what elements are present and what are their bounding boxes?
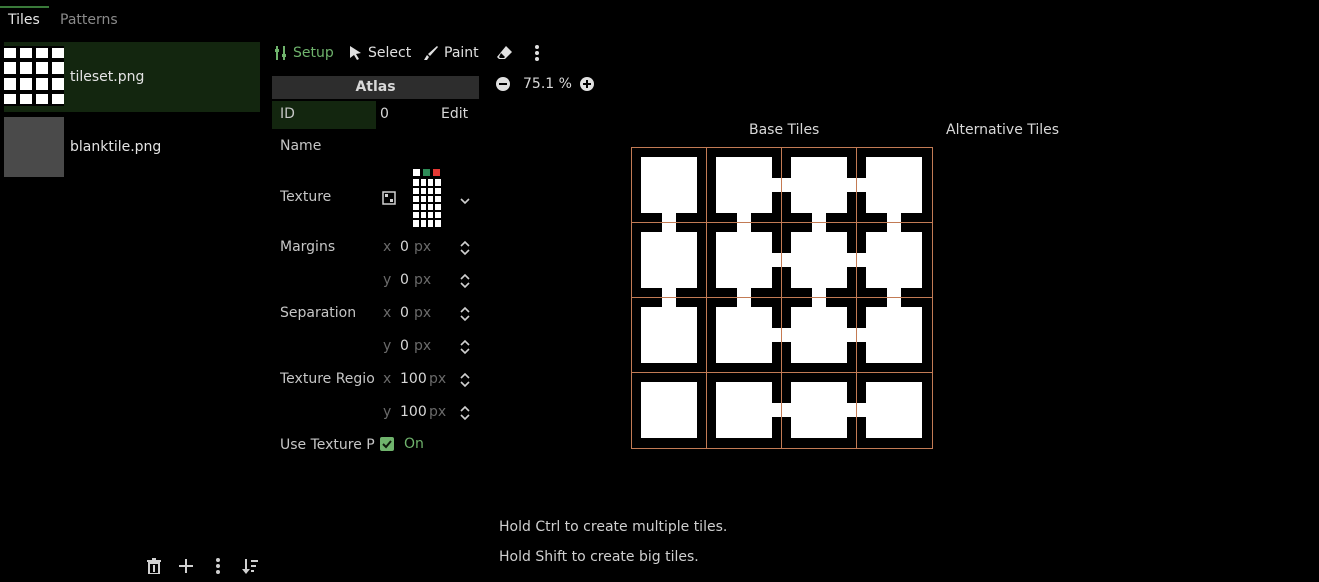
source-menu-button[interactable] xyxy=(208,555,228,577)
texture-label: Texture xyxy=(280,189,332,205)
source-item-blanktile[interactable]: blanktile.png xyxy=(4,112,260,182)
texture-preview[interactable] xyxy=(412,167,442,229)
separation-y-field[interactable]: y 0 px xyxy=(378,335,478,359)
id-label: ID xyxy=(280,106,295,122)
unit-label: px xyxy=(429,371,447,387)
use-texture-padding-checkbox[interactable]: On xyxy=(380,436,424,452)
edit-id-button[interactable]: Edit xyxy=(441,106,468,122)
sort-icon xyxy=(242,559,258,574)
separation-y-value: 0 xyxy=(400,338,409,354)
hint-shift: Hold Shift to create big tiles. xyxy=(499,549,699,565)
unit-label: px xyxy=(414,239,432,255)
tileset-thumbnail xyxy=(4,46,64,106)
trash-icon xyxy=(147,558,161,574)
texture-region-y-field[interactable]: y 100 px xyxy=(378,401,478,425)
spinner-icon xyxy=(460,306,470,322)
axis-x-label: x xyxy=(383,239,392,255)
use-texture-padding-state: On xyxy=(404,436,424,452)
blanktile-thumbnail xyxy=(4,117,64,177)
margins-x-value: 0 xyxy=(400,239,409,255)
checkbox-checked-icon xyxy=(380,437,394,451)
texture-thumbnail xyxy=(413,169,441,227)
axis-y-label: y xyxy=(383,338,392,354)
separation-x-field[interactable]: x 0 px xyxy=(378,302,478,326)
unit-label: px xyxy=(414,305,432,321)
margins-x-field[interactable]: x 0 px xyxy=(378,236,478,260)
unit-label: px xyxy=(414,338,432,354)
tool-menu-button[interactable] xyxy=(535,41,539,65)
tab-patterns[interactable]: Patterns xyxy=(60,8,118,32)
texture-region-x-field[interactable]: x 100 px xyxy=(378,368,478,392)
id-value: 0 xyxy=(380,106,389,122)
texture-edit-icon xyxy=(382,191,396,205)
texture-region-x-value: 100 xyxy=(400,371,427,387)
select-tool-label: Select xyxy=(368,45,412,61)
margins-label: Margins xyxy=(280,239,336,255)
spinner-icon xyxy=(460,339,470,355)
texture-region-y-value: 100 xyxy=(400,404,427,420)
brush-icon xyxy=(424,46,438,60)
delete-source-button[interactable] xyxy=(144,555,164,577)
zoom-out-button[interactable] xyxy=(496,77,510,95)
name-field[interactable] xyxy=(378,135,478,159)
texture-edit-button[interactable] xyxy=(382,191,396,209)
atlas-tile-grid[interactable] xyxy=(631,147,933,449)
source-label-tileset: tileset.png xyxy=(70,69,145,85)
use-texture-padding-label: Use Texture P xyxy=(280,437,375,453)
kebab-menu-icon xyxy=(535,45,539,61)
zoom-in-button[interactable] xyxy=(580,77,594,95)
unit-label: px xyxy=(414,272,432,288)
spinner-icon xyxy=(460,405,470,421)
axis-y-label: y xyxy=(383,404,392,420)
atlas-tiles-image xyxy=(631,147,933,449)
zoom-out-icon xyxy=(496,77,510,91)
texture-dropdown-button[interactable] xyxy=(460,193,470,209)
eraser-icon xyxy=(497,46,512,59)
name-label: Name xyxy=(280,138,322,154)
add-source-button[interactable] xyxy=(176,555,196,577)
plus-icon xyxy=(179,559,193,573)
axis-y-label: y xyxy=(383,272,392,288)
source-item-tileset[interactable]: tileset.png xyxy=(4,42,260,112)
source-label-blanktile: blanktile.png xyxy=(70,139,162,155)
spinner-icon xyxy=(460,240,470,256)
margins-y-field[interactable]: y 0 px xyxy=(378,269,478,293)
axis-x-label: x xyxy=(383,305,392,321)
axis-x-label: x xyxy=(383,371,392,387)
tab-tiles[interactable]: Tiles xyxy=(8,8,40,32)
spinner-icon xyxy=(460,273,470,289)
alternative-tiles-label: Alternative Tiles xyxy=(946,122,1060,138)
unit-label: px xyxy=(429,404,447,420)
separation-label: Separation xyxy=(280,305,357,321)
atlas-header: Atlas xyxy=(272,76,479,99)
zoom-in-icon xyxy=(580,77,594,91)
eraser-tool-button[interactable] xyxy=(497,41,512,65)
hint-ctrl: Hold Ctrl to create multiple tiles. xyxy=(499,519,728,535)
spinner-icon xyxy=(460,372,470,388)
margins-y-value: 0 xyxy=(400,272,409,288)
paint-tool-button[interactable]: Paint xyxy=(424,41,479,65)
separation-x-value: 0 xyxy=(400,305,409,321)
setup-tool-label: Setup xyxy=(293,45,334,61)
setup-tool-button[interactable]: Setup xyxy=(275,41,334,65)
kebab-menu-icon xyxy=(216,558,220,574)
zoom-level[interactable]: 75.1 % xyxy=(523,76,572,92)
chevron-down-icon xyxy=(460,198,470,205)
select-tool-button[interactable]: Select xyxy=(350,41,411,65)
texture-region-label: Texture Regio xyxy=(280,371,375,387)
sort-sources-button[interactable] xyxy=(240,555,260,577)
base-tiles-label: Base Tiles xyxy=(749,122,820,138)
cursor-icon xyxy=(350,46,361,60)
setup-icon xyxy=(275,46,286,60)
paint-tool-label: Paint xyxy=(444,45,479,61)
